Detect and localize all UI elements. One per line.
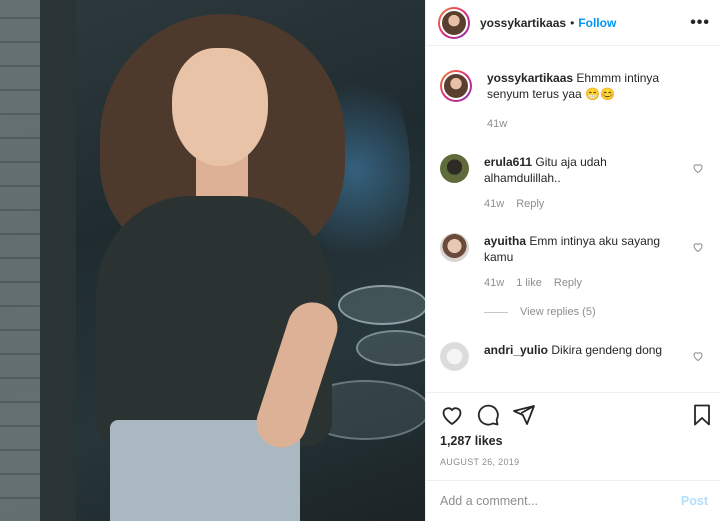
comment-time[interactable]: 41w (484, 196, 504, 212)
caption-time[interactable]: 41w (487, 116, 507, 132)
bookmark-icon[interactable] (690, 403, 714, 427)
photo-bg-frame (40, 0, 76, 521)
likes-count[interactable]: 1,287 likes (440, 434, 503, 448)
caption: yossykartikaas Ehmmm intinya senyum teru… (440, 70, 710, 132)
comment-likes-count[interactable]: 1 like (516, 275, 542, 291)
comment-like-heart-icon[interactable] (692, 162, 704, 174)
caption-username[interactable]: yossykartikaas (487, 71, 573, 85)
comment-username[interactable]: ayuitha (484, 234, 526, 248)
comment-text: Dikira gendeng dong (551, 343, 663, 357)
comment-username[interactable]: andri_yulio (484, 343, 548, 357)
comment-like-heart-icon[interactable] (692, 350, 704, 362)
comment-time[interactable]: 41w (484, 275, 504, 291)
commenter-avatar[interactable] (440, 342, 469, 371)
add-comment-input[interactable] (440, 494, 681, 508)
author-username[interactable]: yossykartikaas (480, 16, 566, 30)
more-options-icon[interactable]: ••• (690, 14, 710, 32)
post-header: yossykartikaas • Follow ••• (426, 0, 721, 46)
post-side-panel: yossykartikaas • Follow ••• yossykartika… (425, 0, 721, 521)
post-comment-button[interactable]: Post (681, 494, 708, 508)
commenter-avatar[interactable] (440, 154, 469, 183)
reply-button[interactable]: Reply (554, 275, 582, 291)
post-actions-bar (426, 392, 721, 436)
comment-item: erula611 Gitu aja udah alhamdulillah.. 4… (440, 154, 710, 212)
post-date[interactable]: AUGUST 26, 2019 (440, 457, 519, 467)
reply-button[interactable]: Reply (516, 196, 544, 212)
caption-emoji: 😁😊 (585, 87, 615, 101)
comment-username[interactable]: erula611 (484, 155, 532, 169)
view-replies-label: View replies (5) (520, 306, 596, 318)
heart-icon[interactable] (440, 403, 464, 427)
follow-button[interactable]: Follow (578, 16, 616, 30)
photo-subject-face (172, 48, 268, 166)
comment-like-heart-icon[interactable] (692, 241, 704, 253)
share-icon[interactable] (512, 403, 536, 427)
photo-bg-table (356, 330, 425, 366)
comment-icon[interactable] (476, 403, 500, 427)
view-replies-line (484, 311, 508, 313)
commenter-avatar[interactable] (440, 233, 469, 262)
author-avatar[interactable] (438, 6, 470, 39)
caption-avatar[interactable] (440, 70, 472, 102)
add-comment-bar: Post (426, 480, 721, 521)
view-replies-button[interactable]: View replies (5) (484, 306, 596, 318)
separator-dot: • (570, 15, 575, 30)
comment-item: andri_yulio Dikira gendeng dong (440, 342, 710, 371)
photo-bg-table (338, 285, 425, 325)
comment-item: ayuitha Emm intinya aku sayang kamu 41w … (440, 233, 710, 291)
post-photo[interactable] (0, 0, 425, 521)
